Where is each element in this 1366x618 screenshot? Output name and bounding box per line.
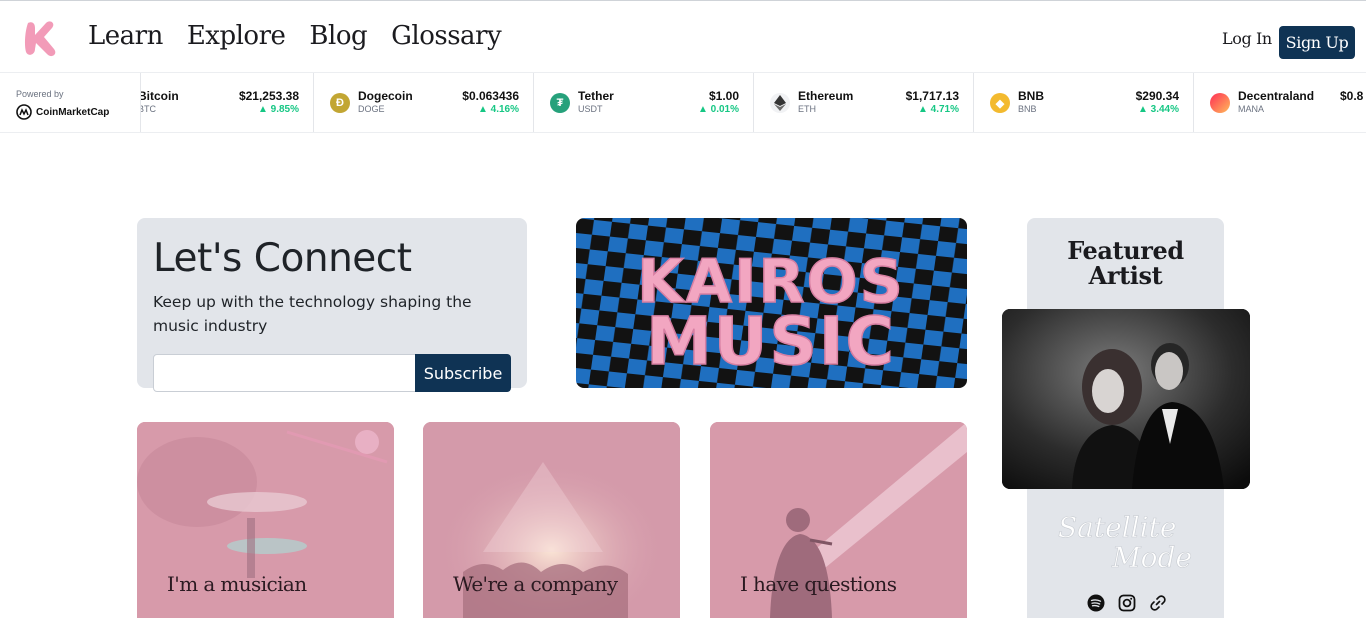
featured-title-text: Featured Artist bbox=[1067, 236, 1184, 290]
coin-price: $290.34 bbox=[1135, 89, 1179, 103]
checker-banner-graphic: KAIROS MUSIC bbox=[576, 218, 967, 388]
coin-name: Decentraland bbox=[1238, 89, 1315, 103]
artist-signature-logo: Satellite Mode bbox=[1058, 511, 1193, 575]
tether-icon: ₮ bbox=[550, 93, 570, 113]
coinmarketcap-brand: CoinMarketCap bbox=[16, 104, 109, 120]
coin-price: $0.8 bbox=[1340, 89, 1364, 103]
card-questions[interactable]: I have questions bbox=[710, 422, 967, 618]
provider-name: CoinMarketCap bbox=[36, 106, 110, 118]
coin-bitcoin[interactable]: Bitcoin BTC $21,253.38 ▲ 9.85% bbox=[138, 73, 314, 132]
nav-explore[interactable]: Explore bbox=[187, 19, 286, 53]
signup-button[interactable]: Sign Up bbox=[1279, 26, 1355, 59]
signature-line-1: Satellite bbox=[1058, 511, 1176, 544]
coin-symbol: ETH bbox=[798, 104, 816, 114]
dogecoin-icon: Ð bbox=[330, 93, 350, 113]
coin-bnb[interactable]: ◆ BNB BNB $290.34 ▲ 3.44% bbox=[974, 73, 1194, 132]
card-label: I'm a musician bbox=[167, 572, 307, 596]
featured-title: Featured Artist bbox=[1027, 238, 1224, 288]
nav-glossary[interactable]: Glossary bbox=[391, 19, 502, 53]
card-label: I have questions bbox=[740, 572, 897, 596]
crypto-ticker: Powered by CoinMarketCap Bitcoin BTC $21… bbox=[0, 73, 1366, 133]
coin-ethereum[interactable]: Ethereum ETH $1,717.13 ▲ 4.71% bbox=[754, 73, 974, 132]
site-header: Learn Explore Blog Glossary Log In Sign … bbox=[0, 1, 1366, 73]
card-musician[interactable]: I'm a musician bbox=[137, 422, 394, 618]
coin-decentraland[interactable]: Decentraland MANA $0.8 bbox=[1194, 73, 1366, 132]
decentraland-icon bbox=[1210, 93, 1230, 113]
coin-change: ▲ 4.71% bbox=[917, 104, 959, 115]
coin-list: Bitcoin BTC $21,253.38 ▲ 9.85% Ð Dogecoi… bbox=[138, 73, 1366, 132]
powered-by-box[interactable]: Powered by CoinMarketCap bbox=[0, 73, 141, 132]
kairos-music-banner[interactable]: KAIROS MUSIC bbox=[576, 218, 967, 388]
artist-photo[interactable] bbox=[1002, 309, 1250, 489]
coin-symbol: BNB bbox=[1018, 104, 1037, 114]
card-label: We're a company bbox=[453, 572, 618, 596]
artist-social-links bbox=[1087, 594, 1167, 612]
newsletter-card: Let's Connect Keep up with the technolog… bbox=[137, 218, 527, 392]
coin-symbol: USDT bbox=[578, 104, 603, 114]
coin-name: BNB bbox=[1018, 89, 1044, 103]
coin-price: $0.063436 bbox=[462, 89, 519, 103]
coin-price: $21,253.38 bbox=[238, 89, 299, 103]
signature-line-2: Mode bbox=[1111, 541, 1192, 574]
coin-name: Dogecoin bbox=[358, 89, 413, 103]
coin-name: Bitcoin bbox=[138, 89, 179, 103]
ethereum-icon bbox=[770, 93, 790, 113]
coin-price: $1,717.13 bbox=[905, 89, 959, 103]
email-input[interactable] bbox=[153, 354, 416, 392]
newsletter-title: Let's Connect bbox=[153, 236, 412, 281]
coinmarketcap-icon bbox=[16, 104, 32, 120]
coin-name: Ethereum bbox=[798, 89, 854, 103]
coin-price: $1.00 bbox=[708, 89, 739, 103]
main-nav: Learn Explore Blog Glossary bbox=[88, 19, 502, 53]
spotify-icon[interactable] bbox=[1087, 594, 1105, 612]
nav-learn[interactable]: Learn bbox=[88, 19, 163, 53]
coin-name: Tether bbox=[578, 89, 614, 103]
powered-by-label: Powered by bbox=[16, 89, 64, 99]
coin-change: ▲ 3.44% bbox=[1137, 104, 1179, 115]
banner-line-2: MUSIC bbox=[646, 303, 896, 380]
coin-change: ▲ 4.16% bbox=[477, 104, 519, 115]
coin-symbol: DOGE bbox=[358, 104, 385, 114]
nav-blog[interactable]: Blog bbox=[309, 19, 367, 53]
login-link[interactable]: Log In bbox=[1222, 29, 1272, 48]
instagram-icon[interactable] bbox=[1118, 594, 1136, 612]
newsletter-subtitle: Keep up with the technology shaping the … bbox=[153, 293, 472, 335]
coin-tether[interactable]: ₮ Tether USDT $1.00 ▲ 0.01% bbox=[534, 73, 754, 132]
card-company[interactable]: We're a company bbox=[423, 422, 680, 618]
coin-change: ▲ 9.85% bbox=[257, 104, 299, 115]
coin-symbol: MANA bbox=[1238, 104, 1265, 114]
kairos-k-logo-icon[interactable] bbox=[22, 19, 58, 57]
link-icon[interactable] bbox=[1149, 594, 1167, 612]
coin-change: ▲ 0.01% bbox=[697, 104, 739, 115]
coin-dogecoin[interactable]: Ð Dogecoin DOGE $0.063436 ▲ 4.16% bbox=[314, 73, 534, 132]
subscribe-button[interactable]: Subscribe bbox=[415, 354, 511, 392]
bnb-icon: ◆ bbox=[990, 93, 1010, 113]
